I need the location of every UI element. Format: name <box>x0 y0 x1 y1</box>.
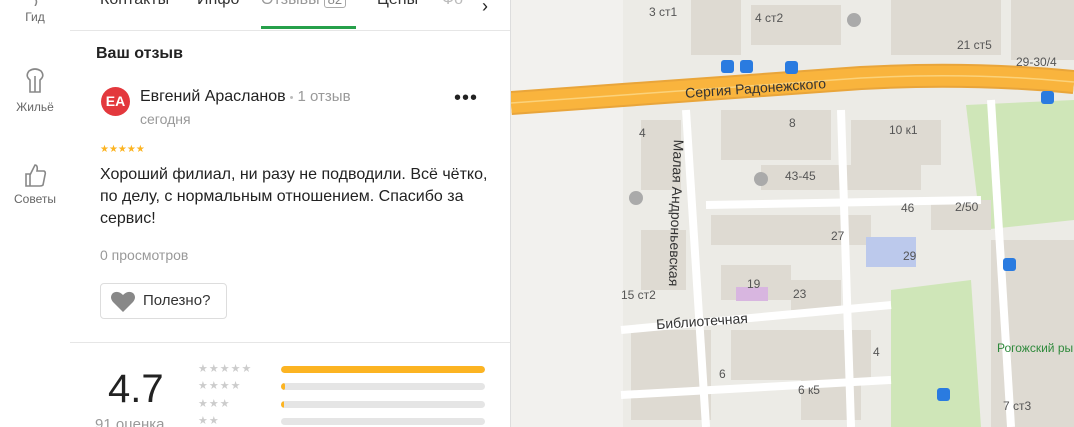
building-label: 7 ст3 <box>1003 399 1032 413</box>
rating-row-stars: ★★★★★ <box>198 363 253 375</box>
building-label: 10 к1 <box>889 123 918 137</box>
building-label: 6 к5 <box>798 383 820 397</box>
divider <box>70 342 510 343</box>
building-label: 46 <box>901 201 915 215</box>
review-author: Евгений Арасланов • 1 отзыв <box>140 88 351 106</box>
tab-contacts[interactable]: Контакты <box>100 0 169 9</box>
building-label: 19 <box>747 277 761 291</box>
rating-value: 4.7 <box>108 367 164 411</box>
building-label: 43-45 <box>785 169 816 183</box>
building-label: 21 ст5 <box>957 38 992 52</box>
building-label: 27 <box>831 229 845 243</box>
tab-reviews[interactable]: Отзывы82 <box>261 0 347 9</box>
park-label: Рогожский ры <box>997 341 1074 355</box>
rating-bar <box>281 383 485 390</box>
housing-icon <box>26 68 44 93</box>
building-label: 29 <box>903 249 917 263</box>
tab-reviews-label: Отзывы <box>261 0 320 8</box>
building-label: 4 <box>873 345 880 359</box>
rating-bar-fill <box>281 383 286 390</box>
building-label: 15 ст2 <box>621 288 656 302</box>
chevron-right-icon[interactable]: › <box>482 0 488 17</box>
rating-bar-fill <box>281 366 485 373</box>
tab-info[interactable]: Инфо <box>197 0 239 9</box>
avatar[interactable]: ЕА <box>101 87 130 116</box>
building-label: 8 <box>789 116 796 130</box>
thumbs-up-icon <box>25 164 47 187</box>
rating-row-stars: ★★ <box>198 415 220 427</box>
rating-count: 91 оценка <box>95 416 165 427</box>
review-panel: Контакты Инфо Отзывы82 Цены Фо › Ваш отз… <box>70 0 511 427</box>
review-stars: ★★★★★ <box>100 144 145 155</box>
rating-row-stars: ★★★★ <box>198 380 242 392</box>
guide-icon <box>34 0 38 6</box>
nav-label: Советы <box>14 192 56 206</box>
nav-item-guide[interactable]: Гид <box>0 0 70 24</box>
rating-bar <box>281 401 485 408</box>
nav-item-housing[interactable]: Жильё <box>0 68 70 114</box>
review-text: Хороший филиал, ни разу не подводили. Вс… <box>100 166 488 227</box>
map-canvas <box>511 0 1074 427</box>
nav-label: Жильё <box>16 100 54 114</box>
review-date: сегодня <box>140 111 191 127</box>
review-views: 0 просмотров <box>100 247 189 263</box>
section-title: Ваш отзыв <box>96 45 183 62</box>
tab-prices[interactable]: Цены <box>377 0 418 9</box>
rating-bar-fill <box>281 401 285 408</box>
author-review-count: 1 отзыв <box>297 88 351 105</box>
left-nav: Гид Жильё Советы <box>0 0 71 427</box>
tab-bar: Контакты Инфо Отзывы82 Цены Фо › <box>70 0 510 31</box>
building-label: 4 <box>639 126 646 140</box>
useful-button[interactable]: Полезно? <box>100 283 227 319</box>
building-label: 4 ст2 <box>755 11 784 25</box>
rating-bar <box>281 366 485 373</box>
building-label: 3 ст1 <box>649 5 678 19</box>
building-label: 2/50 <box>955 200 979 214</box>
building-label: 23 <box>793 287 807 301</box>
heart-icon <box>111 291 135 312</box>
nav-label: Гид <box>25 10 45 24</box>
reviews-count-badge: 82 <box>323 0 347 8</box>
more-options-icon[interactable]: ••• <box>454 88 478 108</box>
tab-photos[interactable]: Фо <box>442 0 463 9</box>
useful-label: Полезно? <box>143 292 211 309</box>
building-label: 29-30/4 <box>1016 55 1057 69</box>
active-tab-indicator <box>261 26 356 29</box>
author-name[interactable]: Евгений Арасланов <box>140 88 286 105</box>
nav-item-tips[interactable]: Советы <box>0 162 70 206</box>
rating-row-stars: ★★★ <box>198 398 231 410</box>
dot-separator: • <box>289 92 294 104</box>
rating-bar <box>281 418 485 425</box>
building-label: 6 <box>719 367 726 381</box>
map[interactable]: Сергия Радонежского Малая Андроньевская … <box>511 0 1074 427</box>
